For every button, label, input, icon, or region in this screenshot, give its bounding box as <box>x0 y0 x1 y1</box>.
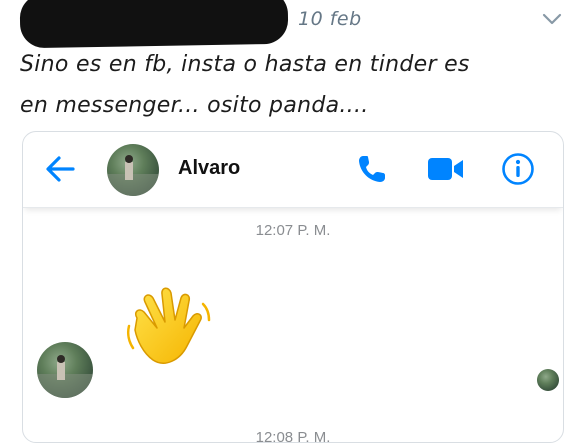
back-arrow-icon[interactable] <box>43 154 77 184</box>
contact-name[interactable]: Alvaro <box>178 157 240 180</box>
chat-header: Alvaro <box>23 132 563 208</box>
tweet-date[interactable]: 10 feb <box>298 8 362 30</box>
contact-avatar[interactable] <box>107 144 159 196</box>
screenshot-card[interactable]: Alvaro 12:07 P. M. 12:08 P. M. <box>22 131 564 443</box>
info-icon[interactable] <box>501 152 535 186</box>
tweet-text-line-2: en messenger... osito panda.... <box>20 93 369 118</box>
tweet-text-line-1: Sino es en fb, insta o hasta en tinder e… <box>20 52 470 77</box>
tweet-text: Sino es en fb, insta o hasta en tinder e… <box>20 44 560 126</box>
phone-icon[interactable] <box>356 153 388 185</box>
sender-avatar[interactable] <box>37 342 93 398</box>
redacted-name <box>19 0 289 49</box>
chevron-down-icon[interactable] <box>542 12 562 26</box>
seen-avatar <box>537 369 559 391</box>
video-camera-icon[interactable] <box>426 155 466 183</box>
avatar-photo <box>37 355 93 398</box>
next-message-timestamp: 12:08 P. M. <box>255 429 331 443</box>
message-timestamp: 12:07 P. M. <box>255 222 331 239</box>
avatar-photo <box>107 155 159 196</box>
waving-hand-icon[interactable] <box>123 282 219 378</box>
